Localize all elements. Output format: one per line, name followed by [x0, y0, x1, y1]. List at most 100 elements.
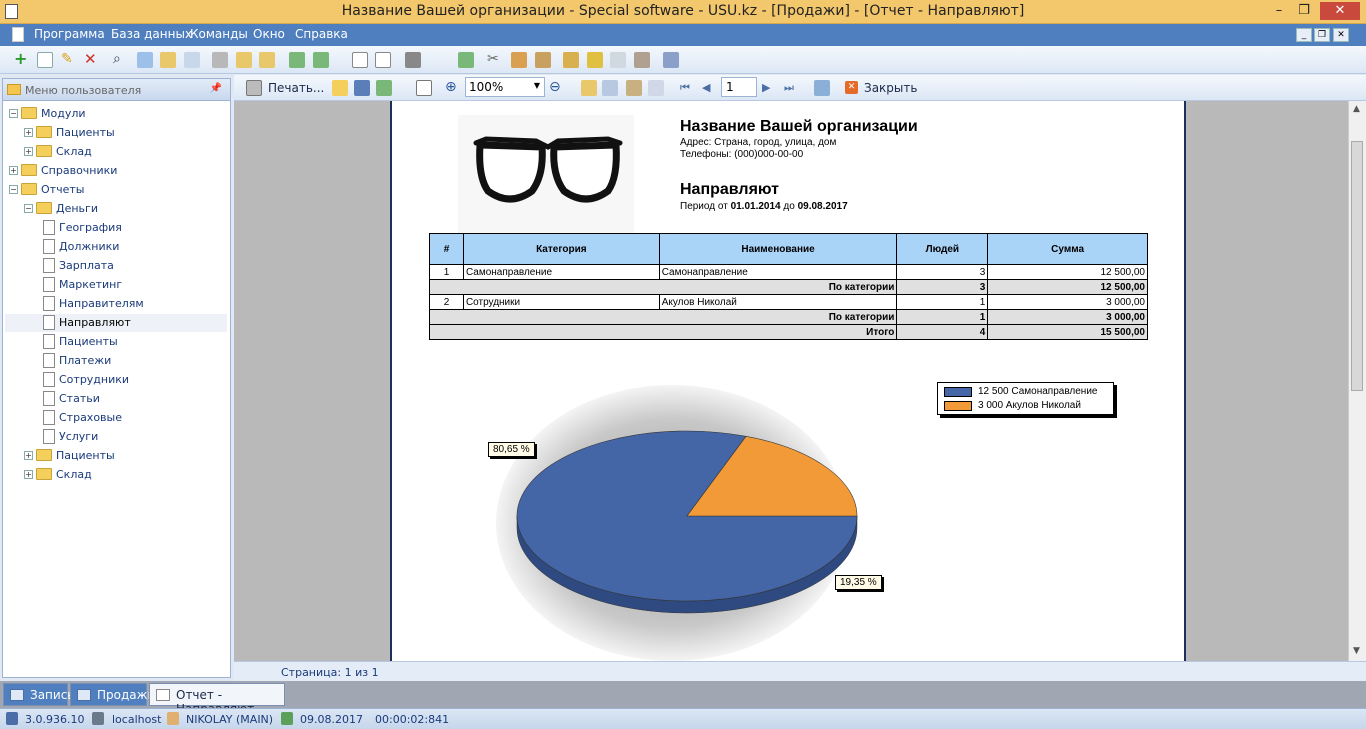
close-report-icon[interactable]: ✕ — [845, 81, 858, 94]
export-excel-icon[interactable] — [313, 52, 329, 68]
menu-program[interactable]: Программа — [34, 27, 105, 41]
row-name: Самонаправление — [658, 264, 898, 280]
export-icon[interactable] — [289, 52, 305, 68]
tree-item-patients[interactable]: + Пациенты — [5, 447, 227, 465]
close-window-icon[interactable] — [375, 52, 391, 68]
expand-icon[interactable]: + — [9, 166, 18, 175]
tree-item-warehouse[interactable]: + Склад — [5, 466, 227, 484]
expand-icon[interactable]: + — [24, 451, 33, 460]
tree-icon[interactable] — [259, 52, 275, 68]
close-report-button[interactable]: Закрыть — [864, 81, 917, 95]
page-setup-icon[interactable] — [416, 80, 432, 96]
fullscreen-icon[interactable] — [648, 80, 664, 96]
notes-icon[interactable] — [535, 52, 551, 68]
menu-help[interactable]: Справка — [295, 27, 348, 41]
tree-item-employees[interactable]: Сотрудники — [5, 371, 227, 389]
scroll-thumb[interactable] — [1351, 141, 1363, 391]
delete-icon[interactable]: ✕ — [84, 52, 100, 68]
report-title: Направляют — [680, 181, 780, 198]
folder-icon — [21, 107, 37, 119]
sound-icon[interactable] — [405, 52, 421, 68]
zoom-out-icon[interactable]: ⊖ — [549, 80, 565, 96]
print-button[interactable]: Печать... — [268, 81, 324, 95]
add-icon[interactable]: + — [14, 51, 30, 68]
users-icon[interactable] — [610, 52, 626, 68]
save-icon[interactable] — [354, 80, 370, 96]
lock-icon[interactable] — [563, 52, 579, 68]
page-icon — [43, 296, 55, 311]
user-settings-icon[interactable] — [634, 52, 650, 68]
tree-item-payments[interactable]: Платежи — [5, 352, 227, 370]
tab-zapis[interactable]: Запись — [3, 683, 74, 706]
info-icon[interactable] — [663, 52, 679, 68]
collapse-icon[interactable]: − — [9, 185, 18, 194]
export-report-icon[interactable] — [376, 80, 392, 96]
last-page-icon[interactable]: ⏭ — [784, 80, 800, 96]
tree-item-modules[interactable]: − Модули — [5, 105, 227, 123]
page-number-input[interactable]: 1 — [721, 77, 757, 97]
tree-item-warehouse[interactable]: + Склад — [5, 143, 227, 161]
scroll-down-icon[interactable]: ▼ — [1353, 646, 1360, 656]
tree-item-geography[interactable]: География — [5, 219, 227, 237]
gift-icon[interactable] — [212, 52, 228, 68]
page-status: Страница: 1 из 1 — [281, 666, 379, 679]
pin-icon[interactable]: 📌 — [210, 83, 222, 94]
refresh-icon[interactable] — [814, 80, 830, 96]
comment-icon[interactable] — [184, 52, 200, 68]
tree-item-reports[interactable]: − Отчеты — [5, 181, 227, 199]
tree-item-salary[interactable]: Зарплата — [5, 257, 227, 275]
tree-item-referral-sources[interactable]: Направляют — [5, 314, 227, 332]
tree-item-directories[interactable]: + Справочники — [5, 162, 227, 180]
sort-icon[interactable] — [160, 52, 176, 68]
tree-item-insurance[interactable]: Страховые — [5, 409, 227, 427]
open-icon[interactable] — [332, 80, 348, 96]
list-icon[interactable] — [236, 52, 252, 68]
tools-icon[interactable]: ✂ — [487, 52, 503, 68]
single-page-icon[interactable] — [581, 80, 597, 96]
minimize-button[interactable]: – — [1267, 2, 1291, 20]
first-page-icon[interactable]: ⏮ — [680, 80, 696, 96]
zoom-in-icon[interactable]: ⊕ — [445, 80, 461, 96]
vertical-scrollbar[interactable]: ▲ ▼ — [1348, 101, 1366, 661]
expand-icon[interactable]: + — [24, 470, 33, 479]
tree-item-marketing[interactable]: Маркетинг — [5, 276, 227, 294]
prev-page-icon[interactable]: ◀ — [702, 80, 718, 96]
expand-icon[interactable]: + — [24, 147, 33, 156]
tree-item-patients[interactable]: + Пациенты — [5, 124, 227, 142]
key-icon[interactable] — [587, 52, 603, 68]
tab-prodazhi[interactable]: Продажи — [70, 683, 155, 706]
copy-icon[interactable] — [37, 52, 53, 68]
scroll-up-icon[interactable]: ▲ — [1353, 104, 1360, 114]
edit-icon[interactable]: ✎ — [61, 52, 77, 68]
tree-item-patients[interactable]: Пациенты — [5, 333, 227, 351]
menu-window[interactable]: Окно — [253, 27, 285, 41]
menu-database[interactable]: База данных — [111, 27, 192, 41]
filter-icon[interactable] — [137, 52, 153, 68]
calendar-icon[interactable] — [458, 52, 474, 68]
mdi-close-button[interactable]: ✕ — [1333, 28, 1349, 42]
tab-report[interactable]: Отчет - Направляют — [149, 683, 285, 716]
next-page-icon[interactable]: ▶ — [762, 80, 778, 96]
thumbnails-icon[interactable] — [626, 80, 642, 96]
tree-item-debtors[interactable]: Должники — [5, 238, 227, 256]
tree-item-items[interactable]: Статьи — [5, 390, 227, 408]
menu-commands[interactable]: Команды — [190, 27, 248, 41]
menu-bar: Программа База данных Команды Окно Справ… — [0, 24, 1366, 46]
column-header-number: # — [429, 233, 464, 265]
maximize-button[interactable]: ❐ — [1292, 2, 1316, 20]
zoom-select[interactable]: 100% ▼ — [465, 77, 545, 97]
collapse-icon[interactable]: − — [9, 109, 18, 118]
close-button[interactable]: ✕ — [1320, 2, 1360, 20]
multi-page-icon[interactable] — [602, 80, 618, 96]
new-window-icon[interactable] — [352, 52, 368, 68]
print-icon[interactable] — [246, 80, 262, 96]
tree-item-referrers[interactable]: Направителям — [5, 295, 227, 313]
tree-item-services[interactable]: Услуги — [5, 428, 227, 446]
mdi-restore-button[interactable]: ❐ — [1314, 28, 1330, 42]
expand-icon[interactable]: + — [24, 128, 33, 137]
mdi-minimize-button[interactable]: _ — [1296, 28, 1312, 42]
settings-icon[interactable] — [511, 52, 527, 68]
search-icon[interactable]: ⌕ — [113, 52, 129, 68]
collapse-icon[interactable]: − — [24, 204, 33, 213]
tree-item-money[interactable]: − Деньги — [5, 200, 227, 218]
